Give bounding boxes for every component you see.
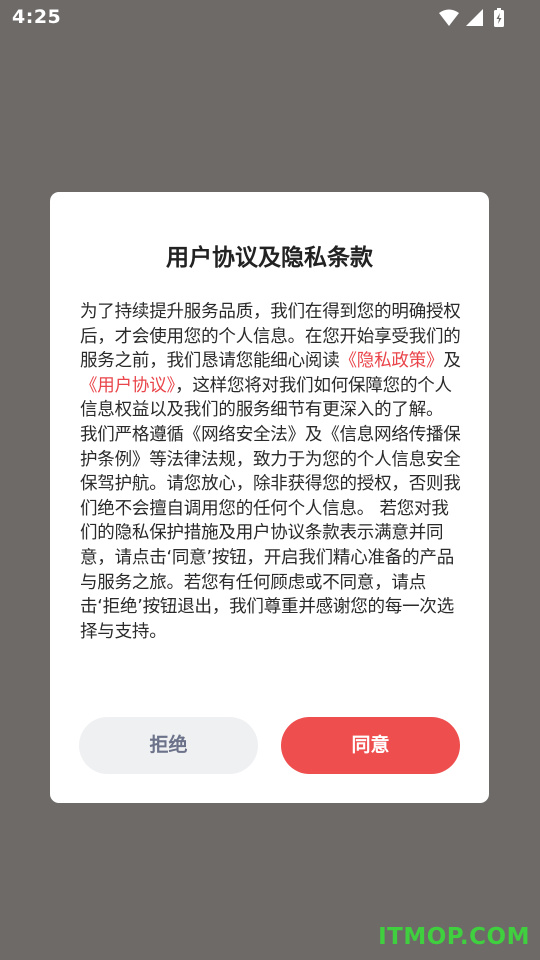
privacy-dialog: 用户协议及隐私条款 为了持续提升服务品质，我们在得到您的明确授权后，才会使用您的…	[50, 192, 489, 803]
body-text-part-2: 及	[443, 351, 461, 372]
agree-button[interactable]: 同意	[281, 717, 460, 774]
dialog-body-text: 为了持续提升服务品质，我们在得到您的明确授权后，才会使用您的个人信息。在您开始享…	[80, 300, 462, 644]
privacy-policy-link[interactable]: 《隐私政策》	[340, 351, 444, 371]
watermark: ITMOP.COM	[378, 924, 530, 950]
status-icons	[438, 7, 510, 29]
status-time: 4:25	[12, 6, 62, 28]
decline-button[interactable]: 拒绝	[79, 717, 258, 774]
dialog-title: 用户协议及隐私条款	[166, 245, 373, 271]
user-agreement-link[interactable]: 《用户协议》	[80, 376, 175, 396]
battery-charging-icon	[494, 8, 504, 27]
signal-icon	[466, 9, 483, 26]
status-bar: 4:25	[0, 0, 540, 38]
wifi-icon	[439, 9, 459, 26]
body-text-part-3: ，这样您将对我们如何保障您的个人信息权益以及我们的服务细节有更深入的了解。 我们…	[80, 375, 461, 642]
